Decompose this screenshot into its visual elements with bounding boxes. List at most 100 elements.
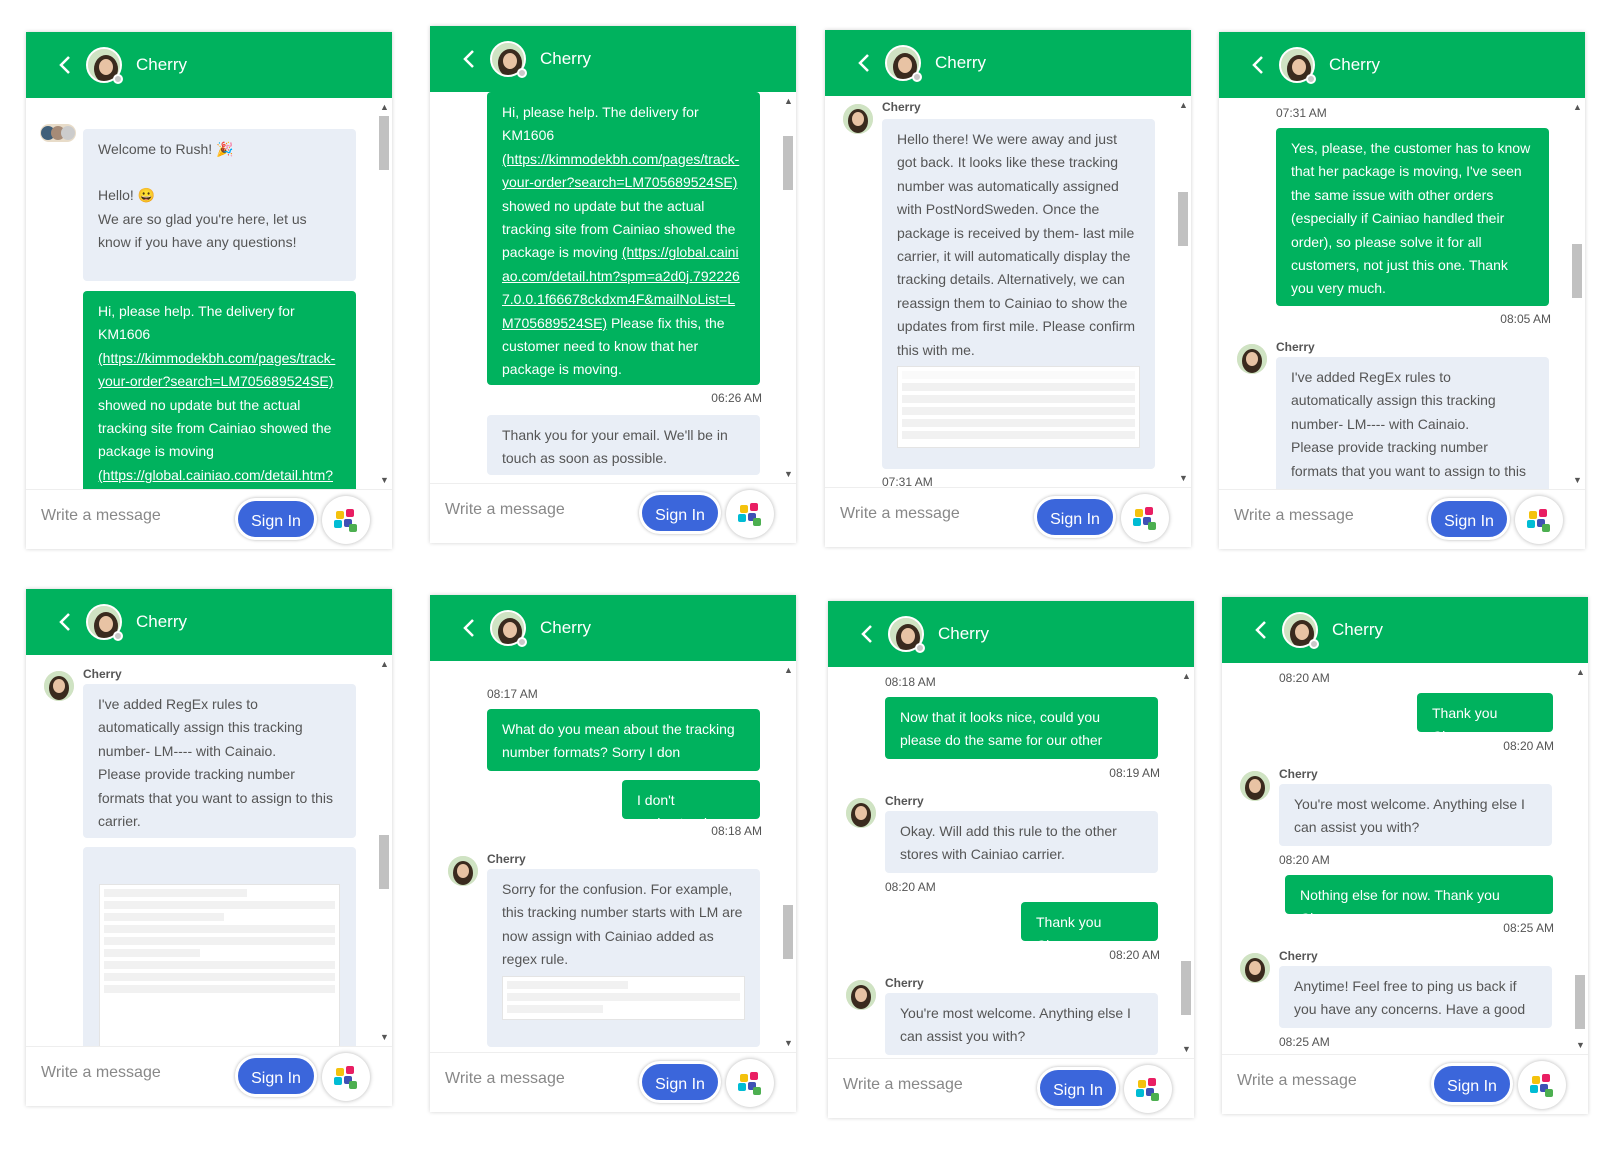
chat-footer: Write a message Sign In — [828, 1058, 1194, 1118]
back-arrow-icon[interactable] — [1252, 619, 1270, 641]
scrollbar[interactable]: ▲ ▼ — [1180, 671, 1192, 1054]
chat-logo-icon[interactable] — [1518, 1061, 1566, 1109]
scroll-down-icon[interactable]: ▼ — [1573, 475, 1582, 485]
tracking-table-image[interactable] — [897, 366, 1140, 448]
chat-logo-icon[interactable] — [322, 496, 370, 544]
scroll-thumb[interactable] — [1575, 975, 1585, 1029]
scroll-thumb[interactable] — [1178, 192, 1188, 246]
scroll-down-icon[interactable]: ▼ — [1179, 473, 1188, 483]
message-list: Welcome to Rush! 🎉 Hello! 😀 We are so gl… — [26, 98, 392, 489]
message-input[interactable]: Write a message — [843, 1076, 963, 1094]
back-arrow-icon[interactable] — [56, 54, 74, 76]
scrollbar[interactable]: ▲ ▼ — [782, 96, 794, 479]
back-arrow-icon[interactable] — [858, 623, 876, 645]
scrollbar[interactable]: ▲ ▼ — [1574, 667, 1586, 1050]
message-text: Please provide tracking number formats t… — [98, 766, 334, 830]
timestamp: 08:20 AM — [1279, 671, 1330, 685]
message-input[interactable]: Write a message — [445, 501, 565, 519]
bot-message: Okay. Will add this rule to the other st… — [885, 811, 1158, 873]
tracking-screenshot-image[interactable] — [99, 884, 340, 1046]
scroll-down-icon[interactable]: ▼ — [380, 475, 389, 485]
message-input[interactable]: Write a message — [41, 1064, 161, 1082]
message-list: 08:20 AM Thank you Cherry 08:20 AM Cherr… — [1222, 663, 1588, 1054]
chat-logo-icon[interactable] — [726, 1059, 774, 1107]
chat-logo-icon[interactable] — [726, 490, 774, 538]
message-list: 08:17 AM What do you mean about the trac… — [430, 661, 796, 1052]
timestamp: 06:26 AM — [711, 391, 762, 405]
timestamp: 08:17 AM — [487, 687, 538, 701]
chat-logo-icon[interactable] — [322, 1053, 370, 1101]
chat-logo-icon[interactable] — [1121, 494, 1169, 542]
chat-panel-4: Cherry 07:31 AM Yes, please, the custome… — [1219, 32, 1585, 549]
scroll-down-icon[interactable]: ▼ — [1576, 1040, 1585, 1050]
scroll-down-icon[interactable]: ▼ — [1182, 1044, 1191, 1054]
sign-in-button[interactable]: Sign In — [1431, 1063, 1513, 1105]
bot-message: Anytime! Feel free to ping us back if yo… — [1279, 966, 1552, 1028]
message-text: Hi, please help. The delivery for KM1606 — [502, 104, 699, 144]
chat-footer: Write a message Sign In — [825, 487, 1191, 547]
tracking-link[interactable]: (https://kimmodekbh.com/pages/track-your… — [502, 151, 739, 190]
message-text: Hi, please help. The delivery for KM1606 — [98, 303, 295, 343]
user-message: Now that it looks nice, could you please… — [885, 697, 1158, 772]
back-arrow-icon[interactable] — [56, 611, 74, 633]
message-input[interactable]: Write a message — [445, 1070, 565, 1088]
status-dot — [1306, 74, 1316, 84]
timestamp: 08:25 AM — [1279, 1035, 1330, 1049]
back-arrow-icon[interactable] — [1249, 54, 1267, 76]
scroll-up-icon[interactable]: ▲ — [1573, 102, 1582, 112]
scrollbar[interactable]: ▲ ▼ — [1571, 102, 1583, 485]
message-text: I've added RegEx rules to automatically … — [98, 696, 303, 759]
sign-in-button[interactable]: Sign In — [1428, 498, 1510, 540]
scroll-thumb[interactable] — [379, 835, 389, 889]
sign-in-button[interactable]: Sign In — [639, 1061, 721, 1103]
sign-in-button[interactable]: Sign In — [235, 498, 317, 540]
scroll-up-icon[interactable]: ▲ — [784, 665, 793, 675]
scrollbar[interactable]: ▲ ▼ — [782, 665, 794, 1048]
scroll-up-icon[interactable]: ▲ — [380, 659, 389, 669]
cainiao-link[interactable]: (https://global.cainiao.com/detail.htm? — [98, 467, 333, 483]
scroll-thumb[interactable] — [1572, 244, 1582, 298]
scrollbar[interactable]: ▲ ▼ — [378, 659, 390, 1042]
timestamp: 08:18 AM — [711, 824, 762, 838]
scrollbar[interactable]: ▲ ▼ — [378, 102, 390, 485]
scroll-thumb[interactable] — [783, 905, 793, 959]
carrier-rules-image[interactable] — [502, 976, 745, 1020]
message-input[interactable]: Write a message — [840, 505, 960, 523]
sign-in-button[interactable]: Sign In — [1037, 1067, 1119, 1109]
back-arrow-icon[interactable] — [460, 48, 478, 70]
scroll-up-icon[interactable]: ▲ — [1576, 667, 1585, 677]
scroll-down-icon[interactable]: ▼ — [784, 1038, 793, 1048]
bot-message: I've added RegEx rules to automatically … — [83, 684, 356, 838]
scroll-thumb[interactable] — [1181, 961, 1191, 1015]
sign-in-button[interactable]: Sign In — [235, 1055, 317, 1097]
team-avatars-icon — [40, 124, 76, 142]
status-dot — [113, 631, 123, 641]
scroll-up-icon[interactable]: ▲ — [380, 102, 389, 112]
status-dot — [517, 637, 527, 647]
scroll-thumb[interactable] — [379, 116, 389, 170]
user-message: Yes, please, the customer has to know th… — [1276, 128, 1549, 306]
bot-message: Sorry for the confusion. For example, th… — [487, 869, 760, 1047]
message-input[interactable]: Write a message — [41, 507, 161, 525]
user-message: What do you mean about the tracking numb… — [487, 709, 760, 771]
back-arrow-icon[interactable] — [460, 617, 478, 639]
scroll-thumb[interactable] — [783, 136, 793, 190]
scroll-down-icon[interactable]: ▼ — [784, 469, 793, 479]
chat-header: Cherry — [430, 26, 796, 92]
chat-logo-icon[interactable] — [1515, 496, 1563, 544]
scroll-down-icon[interactable]: ▼ — [380, 1032, 389, 1042]
chat-panel-6: Cherry 08:17 AM What do you mean about t… — [430, 595, 796, 1112]
scroll-up-icon[interactable]: ▲ — [784, 96, 793, 106]
chat-logo-icon[interactable] — [1124, 1065, 1172, 1113]
scroll-up-icon[interactable]: ▲ — [1182, 671, 1191, 681]
message-input[interactable]: Write a message — [1234, 507, 1354, 525]
back-arrow-icon[interactable] — [855, 52, 873, 74]
scrollbar[interactable]: ▲ ▼ — [1177, 100, 1189, 483]
message-input[interactable]: Write a message — [1237, 1072, 1357, 1090]
scroll-up-icon[interactable]: ▲ — [1179, 100, 1188, 110]
message-list: Hi, please help. The delivery for KM1606… — [430, 92, 796, 483]
sign-in-button[interactable]: Sign In — [639, 492, 721, 534]
sign-in-button[interactable]: Sign In — [1034, 496, 1116, 538]
tracking-link[interactable]: (https://kimmodekbh.com/pages/track-your… — [98, 350, 335, 389]
message-list: Cherry Hello there! We were away and jus… — [825, 96, 1191, 487]
